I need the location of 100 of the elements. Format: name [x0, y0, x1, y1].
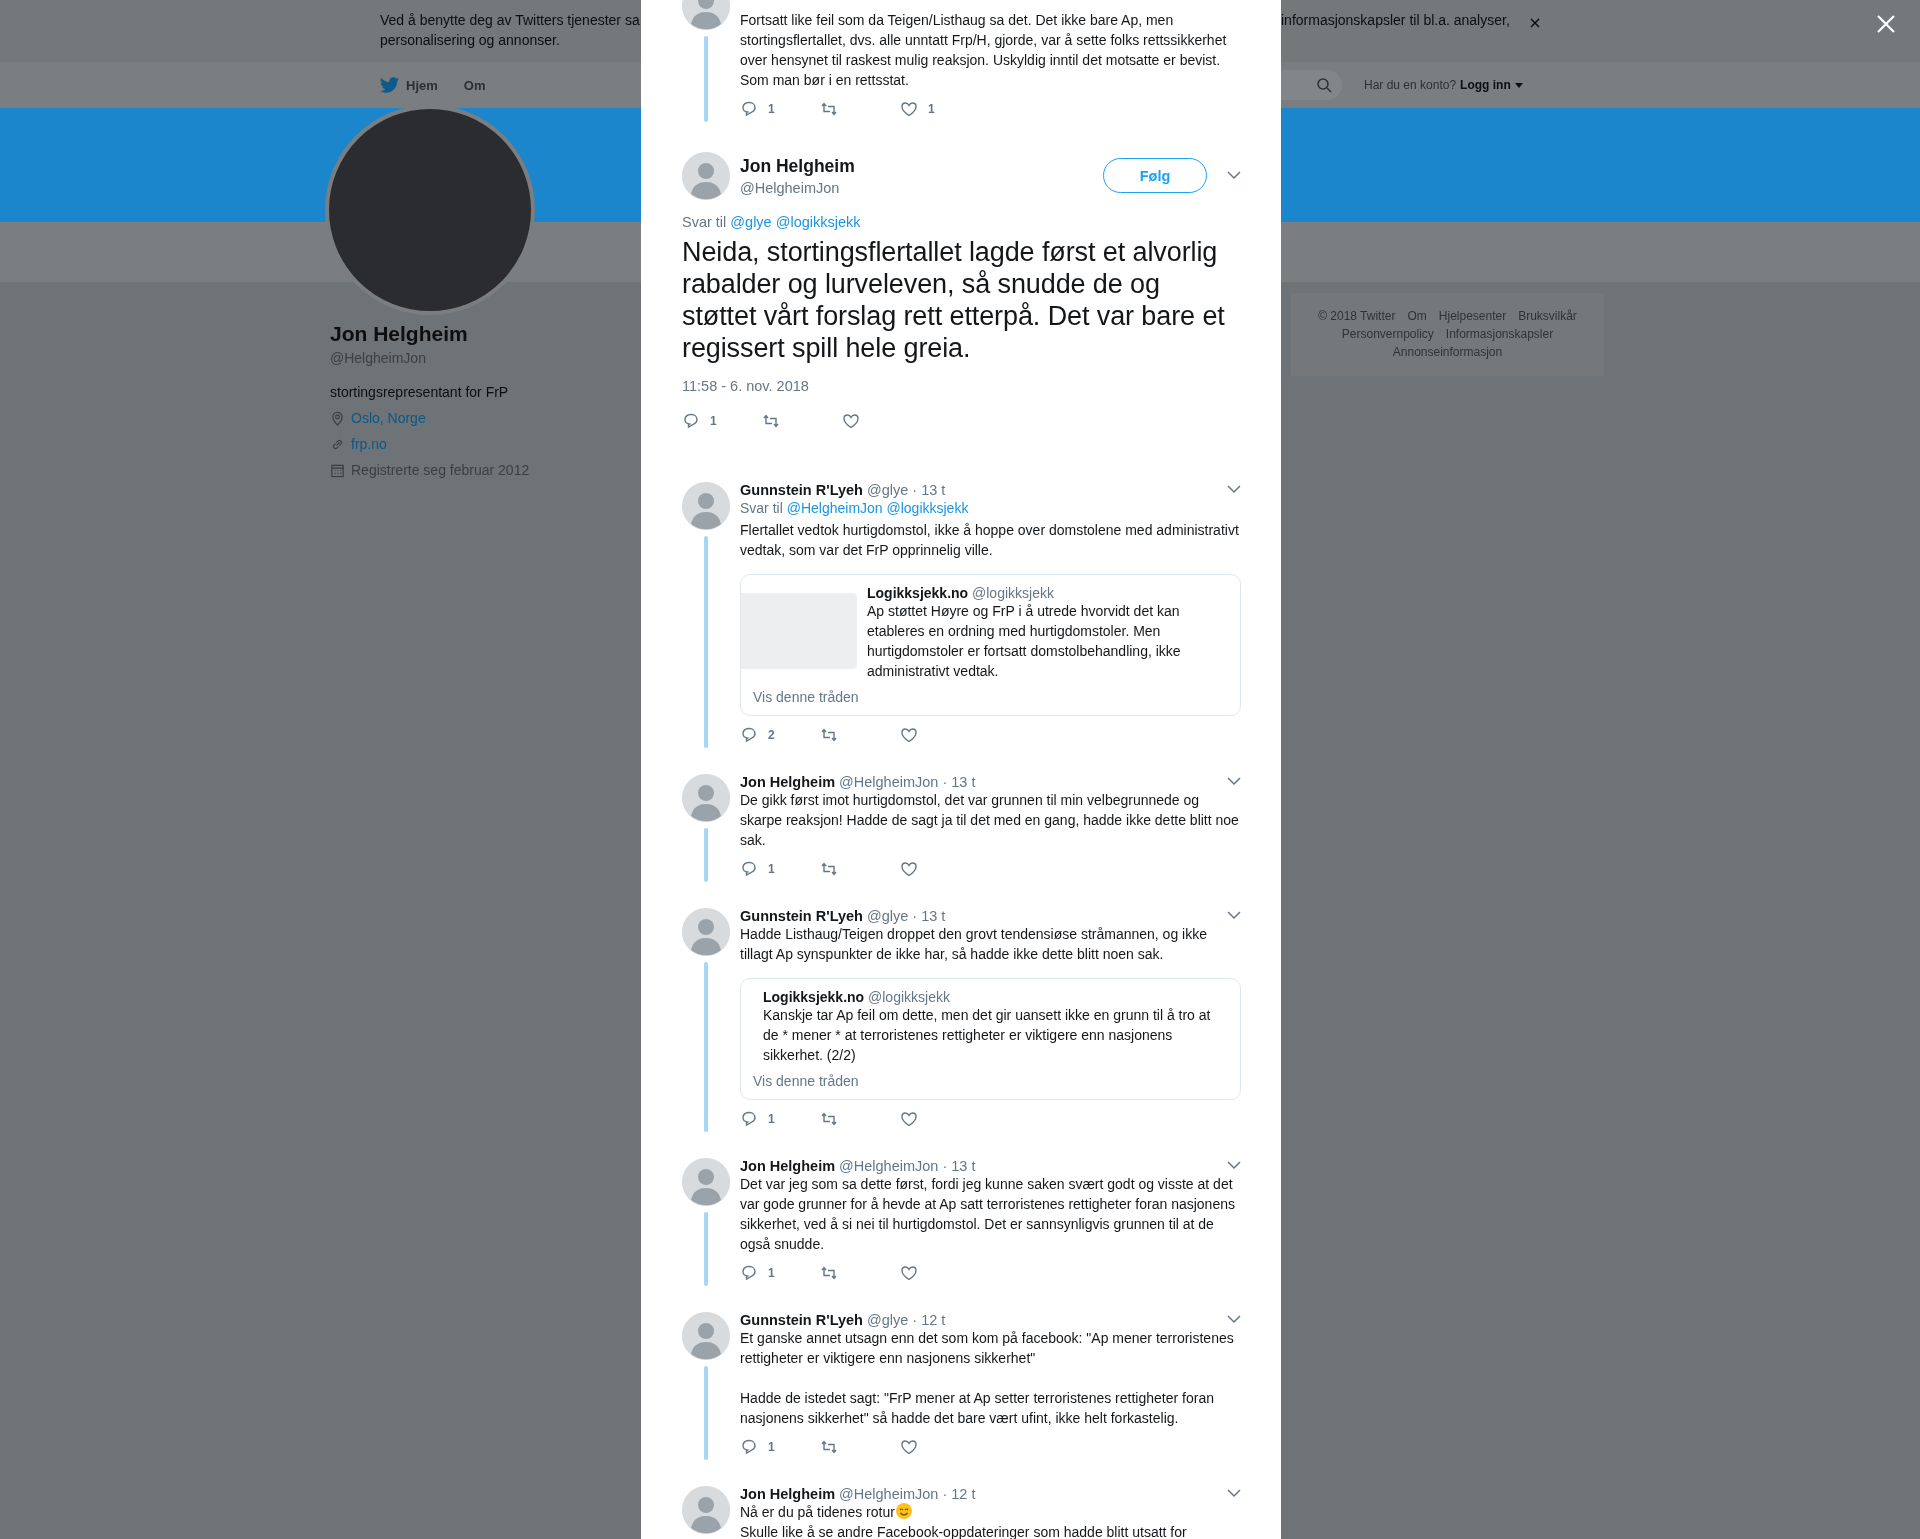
- tweet-text: Fortsatt like feil som da Teigen/Listhaug sa det. Det ikke bare Ap, men stortingsflertallet, dvs. alle unntatt Frp/H, gjorde, var å sette folks rettssikkerhet over hensynet til raskest mulig reaksjon. Uskyldig inntil det motsatte er bevist. Som man bør i en rettsstat.: [740, 11, 1228, 90]
- mention-link[interactable]: @glye: [730, 214, 772, 230]
- chevron-down-icon[interactable]: [1227, 776, 1241, 786]
- location-pin-icon: [330, 410, 345, 426]
- author-handle: @HelgheimJon: [740, 180, 841, 196]
- mention-link[interactable]: @logikksjekk: [886, 500, 969, 516]
- caret-icon[interactable]: [1514, 82, 1523, 88]
- tweet-time: · 12 t: [912, 1312, 946, 1328]
- tweet-text: Hadde de istedet sagt: "FrP mener at Ap setter terroristenes rettigheter foran nasjonens sikkerhet" så hadde det bare vært ufint, ikke helt forkastelig.: [740, 1389, 1215, 1428]
- author-handle: @glye: [866, 1312, 909, 1328]
- author-handle: @HelgheimJon: [839, 774, 939, 790]
- tweet-timestamp: 11:58 - 6. nov. 2018: [682, 378, 810, 394]
- avatar-silhouette[interactable]: [682, 1486, 730, 1534]
- profile-name: Jon Helgheim: [330, 322, 469, 346]
- reply-action[interactable]: 2: [740, 726, 820, 744]
- avatar-silhouette[interactable]: [682, 1312, 730, 1360]
- reply-action[interactable]: 1: [740, 1110, 820, 1128]
- search-icon: [1316, 77, 1332, 93]
- footer-link[interactable]: Hjelpesenter: [1438, 307, 1507, 325]
- avatar-silhouette[interactable]: [682, 1158, 730, 1206]
- heart-icon: [842, 412, 860, 430]
- retweet-icon: [820, 1110, 838, 1128]
- retweet-icon: [762, 412, 780, 430]
- tweet-text: Det var jeg som sa dette først, fordi jeg kunne saken svært godt og visste at det var gode grunner for å hevde at Ap satt terroristenes rettigheter foran nasjonens sikkerhet, ved å si nei til hurtigdomstol. Det er sannsynligvis grunnen til at de også snudde.: [740, 1175, 1236, 1254]
- nav-link[interactable]: Om: [463, 77, 486, 93]
- author-handle: @glye: [866, 908, 909, 924]
- chevron-down-icon[interactable]: [1227, 1314, 1241, 1324]
- tweet-time: · 13 t: [942, 1158, 976, 1174]
- calendar-icon: [330, 462, 345, 478]
- reply-action[interactable]: 1: [740, 860, 820, 878]
- cookie-notice-text: Ved å benytte deg av Twitters tjenester sa: [380, 11, 641, 30]
- footer-link[interactable]: Annonseinformasjon: [1392, 343, 1503, 361]
- close-icon[interactable]: [1529, 18, 1540, 28]
- author-handle: @logikksjekk: [868, 989, 950, 1005]
- retweet-icon: [820, 1264, 838, 1282]
- heart-icon: [900, 1110, 918, 1128]
- reply-count: 1: [768, 1112, 775, 1126]
- footer-link[interactable]: Personvernpolicy: [1341, 325, 1434, 343]
- author-handle: @glye: [866, 482, 909, 498]
- nav-link[interactable]: Hjem: [380, 76, 438, 94]
- chevron-down-icon[interactable]: [1227, 170, 1241, 180]
- quoted-tweet-card[interactable]: [740, 574, 1241, 716]
- heart-icon: [900, 1438, 918, 1456]
- author-handle: @HelgheimJon: [839, 1486, 939, 1502]
- author-name: Logikksjekk.no: [763, 989, 865, 1005]
- reply-action[interactable]: 1: [740, 1438, 820, 1456]
- mention-link[interactable]: @HelgheimJon: [786, 500, 883, 516]
- footer-link[interactable]: Bruksvilkår: [1518, 307, 1577, 325]
- heart-icon: [900, 100, 918, 118]
- author-name: Gunnstein R'Lyeh: [740, 908, 863, 924]
- login-prompt: Har du en konto?: [1364, 78, 1457, 92]
- profile-bio: stortingsrepresentant for FrP: [330, 384, 510, 400]
- author-name: Gunnstein R'Lyeh: [740, 1312, 863, 1328]
- tweet-time: · 13 t: [912, 482, 946, 498]
- follow-button[interactable]: Følg: [1103, 158, 1207, 193]
- show-thread-link[interactable]: Vis denne tråden: [753, 689, 1228, 705]
- reply-icon: [682, 412, 700, 430]
- login-link[interactable]: Logg inn: [1460, 78, 1511, 92]
- heart-icon: [900, 1264, 918, 1282]
- reply-count: 1: [768, 1440, 775, 1454]
- author-handle: @logikksjekk: [972, 585, 1054, 601]
- tweet-text: Neida, stortingsflertallet lagde først et alvorlig rabalder og lurveleven, så snudde de og støttet vårt forslag rett etterpå. Det var bare et regissert spill hele greia.: [682, 236, 1226, 364]
- footer-link[interactable]: © 2018 Twitter: [1318, 307, 1396, 325]
- footer-link[interactable]: Informasjonskapsler: [1445, 325, 1554, 343]
- mention-link[interactable]: @logikksjekk: [775, 214, 861, 230]
- avatar-silhouette[interactable]: [682, 774, 730, 822]
- reply-action[interactable]: 1: [740, 1264, 820, 1282]
- tweet-time: · 13 t: [912, 908, 946, 924]
- reply-action[interactable]: 1: [740, 100, 820, 118]
- like-count: 1: [928, 102, 935, 116]
- like-action[interactable]: 1: [900, 100, 980, 118]
- reply-icon: [740, 1438, 758, 1456]
- chevron-down-icon[interactable]: [1227, 484, 1241, 494]
- avatar-silhouette[interactable]: [682, 482, 730, 530]
- reply-action[interactable]: 1: [682, 412, 762, 430]
- avatar-silhouette[interactable]: [682, 908, 730, 956]
- heart-icon: [900, 860, 918, 878]
- reply-icon: [740, 726, 758, 744]
- author-handle: @HelgheimJon: [839, 1158, 939, 1174]
- cookie-notice-text: informasjonskapsler til bl.a. analyser,: [1281, 11, 1510, 30]
- quoted-tweet-card[interactable]: [740, 978, 1241, 1100]
- chevron-down-icon[interactable]: [1227, 1160, 1241, 1170]
- retweet-icon: [820, 860, 838, 878]
- chevron-down-icon[interactable]: [1227, 910, 1241, 920]
- retweet-icon: [820, 1438, 838, 1456]
- tweet-text: Flertallet vedtok hurtigdomstol, ikke å hoppe over domstolene med administrativt vedtak, som var det FrP opprinnelig ville.: [740, 521, 1240, 560]
- author-name: Jon Helgheim: [740, 156, 855, 177]
- tweet-text: Kanskje tar Ap feil om dette, men det gir uansett ikke en grunn til å tro at de * mener * at terroristenes rettigheter er viktigere enn nasjonens sikkerhet. (2/2): [763, 1006, 1212, 1065]
- show-thread-link[interactable]: Vis denne tråden: [753, 1073, 1228, 1089]
- reply-count: 1: [768, 102, 775, 116]
- tweet-text: Nå er du på tidenes rotur: [740, 1502, 1241, 1522]
- tweet-time: · 13 t: [942, 774, 976, 790]
- avatar-silhouette[interactable]: [682, 152, 730, 200]
- reply-count: 2: [768, 728, 775, 742]
- reply-icon: [740, 1110, 758, 1128]
- footer-link[interactable]: Om: [1407, 307, 1427, 325]
- heart-icon: [900, 726, 918, 744]
- reply-count: 1: [768, 862, 775, 876]
- author-name: Jon Helgheim: [740, 1158, 836, 1174]
- chevron-down-icon[interactable]: [1227, 1488, 1241, 1498]
